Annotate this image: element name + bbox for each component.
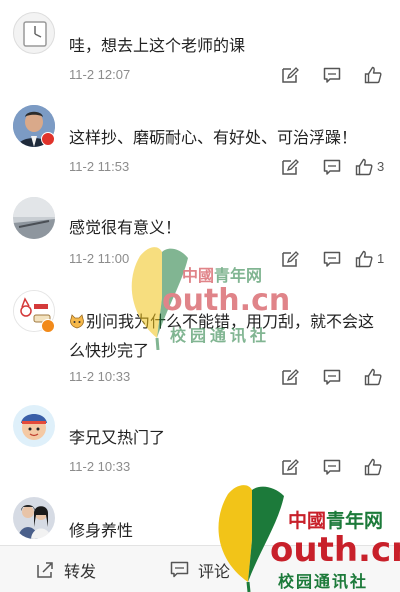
comment-time: 11-2 10:33 <box>69 459 131 474</box>
like-count: 3 <box>377 159 385 174</box>
comment-icon <box>170 561 189 578</box>
edit-icon[interactable] <box>281 158 299 176</box>
reply-icon[interactable] <box>323 368 341 386</box>
user-avatar[interactable] <box>13 197 55 239</box>
comment-time: 11-2 11:53 <box>69 159 130 174</box>
like-count: 1 <box>377 251 385 266</box>
user-avatar[interactable] <box>13 497 55 539</box>
edit-icon[interactable] <box>281 458 299 476</box>
verified-badge-icon <box>41 132 55 146</box>
user-avatar[interactable] <box>13 12 55 54</box>
comment-text: 李兄又热门了 <box>69 430 166 447</box>
comment-text: 修身养性 <box>69 523 134 540</box>
reply-icon[interactable] <box>323 458 341 476</box>
reply-icon[interactable] <box>323 158 341 176</box>
comment-button[interactable]: 评论 <box>170 546 230 592</box>
comment-text: 感觉很有意义！ <box>69 220 182 237</box>
comment-label: 评论 <box>198 563 231 581</box>
edit-icon[interactable] <box>281 66 299 84</box>
bottom-action-bar: 转发 评论 <box>0 545 400 592</box>
comment-time: 11-2 10:33 <box>69 369 131 384</box>
clock-avatar-icon <box>23 21 47 47</box>
reply-icon[interactable] <box>323 250 341 268</box>
like-icon[interactable] <box>355 158 373 176</box>
cartoon-character-avatar-icon <box>13 405 55 447</box>
repost-label: 转发 <box>64 563 97 581</box>
comment-text: 哇，想去上这个老师的课 <box>69 38 246 55</box>
edit-icon[interactable] <box>281 250 299 268</box>
vip-badge-icon <box>41 319 55 333</box>
edit-icon[interactable] <box>281 368 299 386</box>
like-icon[interactable] <box>364 66 382 84</box>
like-icon[interactable] <box>355 250 373 268</box>
user-avatar[interactable] <box>13 405 55 447</box>
like-icon[interactable] <box>364 368 382 386</box>
repost-button[interactable]: 转发 <box>36 546 96 592</box>
like-icon[interactable] <box>364 458 382 476</box>
repost-icon <box>37 562 53 578</box>
couple-photo-avatar-icon <box>13 497 55 539</box>
comment-text: 别问我为什么不能错，用刀刮，就不会这么快抄完了 <box>69 314 375 360</box>
pier-landscape-avatar-icon <box>13 197 55 239</box>
comment-text: 这样抄、磨砺耐心、有好处、可治浮躁！ <box>69 130 358 147</box>
reply-icon[interactable] <box>323 66 341 84</box>
comment-time: 11-2 11:00 <box>69 251 130 266</box>
comment-time: 11-2 12:07 <box>69 67 131 82</box>
